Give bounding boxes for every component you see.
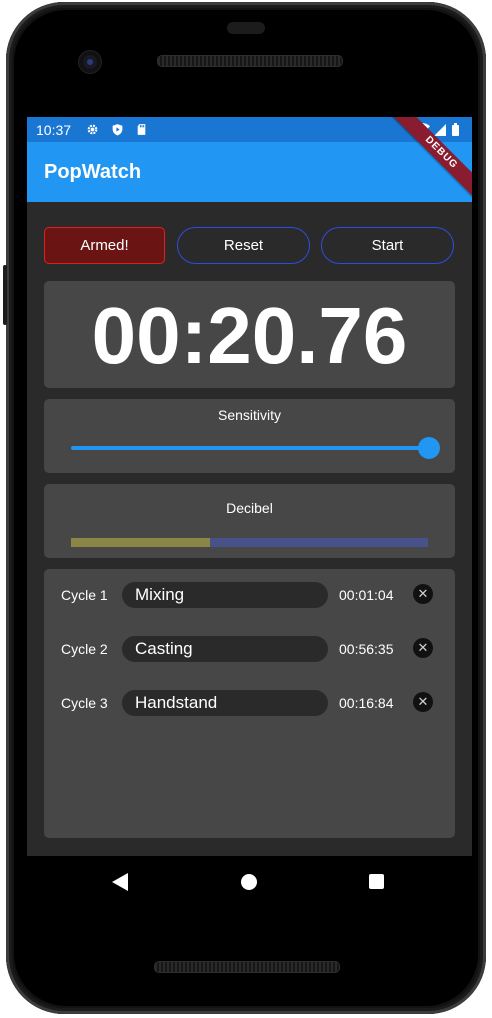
cycle-time: 00:01:04 xyxy=(339,587,394,603)
app-bar: PopWatch xyxy=(27,142,472,202)
signal-icon xyxy=(434,124,446,136)
app-title: PopWatch xyxy=(44,161,142,183)
recents-icon[interactable] xyxy=(369,874,384,889)
cycle-name-field[interactable]: Casting xyxy=(122,636,328,662)
cycle-time: 00:16:84 xyxy=(339,695,394,711)
cycles-card: Cycle 1 Mixing 00:01:04 ✕ Cycle 2 Castin… xyxy=(44,569,455,838)
app-screen: 10:37 PopWatch DEBUG Armed! Reset Start … xyxy=(27,117,472,856)
cycle-label: Cycle 2 xyxy=(61,641,108,657)
speaker-grille-top xyxy=(157,55,343,67)
cycle-name-field[interactable]: Mixing xyxy=(122,582,328,608)
reset-button[interactable]: Reset xyxy=(177,227,310,264)
cycle-label: Cycle 1 xyxy=(61,587,108,603)
decibel-card: Decibel xyxy=(44,484,455,558)
decibel-meter-fill xyxy=(71,538,211,547)
sd-card-icon xyxy=(137,124,146,135)
delete-cycle-button[interactable]: ✕ xyxy=(413,692,433,712)
close-icon: ✕ xyxy=(417,694,429,709)
timer-display: 00:20.76 xyxy=(91,291,408,380)
timer-card: 00:20.76 xyxy=(44,281,455,388)
android-nav-bar xyxy=(27,856,472,908)
cycle-time: 00:56:35 xyxy=(339,641,394,657)
settings-icon xyxy=(87,124,98,135)
shield-icon xyxy=(112,124,123,136)
power-button xyxy=(3,265,7,325)
cycle-row: Cycle 3 Handstand 00:16:84 ✕ xyxy=(44,689,455,719)
battery-icon xyxy=(452,123,459,136)
home-icon[interactable] xyxy=(241,874,257,890)
sensitivity-slider-track[interactable] xyxy=(71,446,429,450)
back-icon[interactable] xyxy=(112,873,128,891)
cycle-row: Cycle 1 Mixing 00:01:04 ✕ xyxy=(44,581,455,611)
cycle-row: Cycle 2 Casting 00:56:35 ✕ xyxy=(44,635,455,665)
status-time: 10:37 xyxy=(36,122,72,138)
cycle-label: Cycle 3 xyxy=(61,695,108,711)
decibel-label: Decibel xyxy=(226,500,273,516)
close-icon: ✕ xyxy=(417,640,429,655)
close-icon: ✕ xyxy=(417,586,429,601)
sensitivity-card: Sensitivity xyxy=(44,399,455,473)
sensitivity-label: Sensitivity xyxy=(217,407,282,423)
decibel-meter xyxy=(71,538,428,547)
speaker-grille-bottom xyxy=(154,961,340,973)
cycle-name-field[interactable]: Handstand xyxy=(122,690,328,716)
delete-cycle-button[interactable]: ✕ xyxy=(413,638,433,658)
armed-button[interactable]: Armed! xyxy=(44,227,165,264)
delete-cycle-button[interactable]: ✕ xyxy=(413,584,433,604)
start-button[interactable]: Start xyxy=(321,227,454,264)
sensitivity-slider-thumb[interactable] xyxy=(418,437,440,459)
earpiece xyxy=(227,22,265,34)
front-camera xyxy=(79,51,101,73)
